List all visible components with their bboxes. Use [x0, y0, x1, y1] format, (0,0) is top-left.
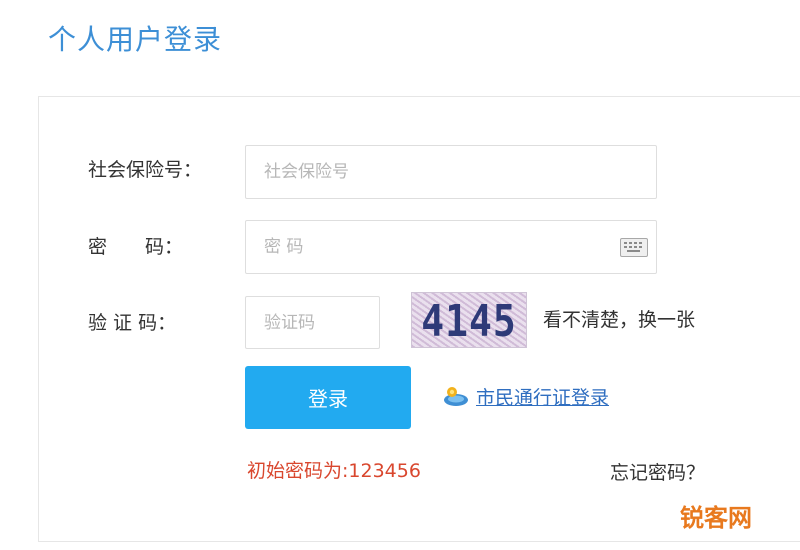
watermark: 锐客网 [680, 504, 752, 532]
ssn-field [245, 145, 657, 199]
captcha-field [245, 296, 380, 349]
ssn-input[interactable] [246, 146, 656, 198]
citizen-pass-icon [444, 387, 468, 406]
captcha-code: 4145 [421, 295, 517, 347]
captcha-image[interactable]: 4145 [411, 292, 527, 348]
ssn-label: 社会保险号： [88, 159, 203, 181]
captcha-label: 验 证 码： [88, 312, 177, 334]
captcha-input[interactable] [246, 297, 379, 348]
keyboard-icon[interactable] [620, 238, 648, 257]
login-button[interactable]: 登录 [245, 366, 411, 429]
password-label: 密 码： [88, 236, 184, 258]
password-input[interactable] [246, 221, 656, 273]
page-title: 个人用户登录 [48, 23, 223, 56]
login-page: 个人用户登录 社会保险号： 密 码： 验 证 码： 4145 看不清楚，换一张 … [0, 0, 800, 550]
refresh-captcha-link[interactable]: 看不清楚，换一张 [543, 306, 695, 334]
initial-password-note: 初始密码为:123456 [247, 460, 421, 482]
citizen-pass-login-text: 市民通行证登录 [476, 386, 610, 409]
password-field [245, 220, 657, 274]
forgot-password-link[interactable]: 忘记密码？ [610, 459, 705, 487]
citizen-pass-login-link[interactable]: 市民通行证登录 [442, 380, 609, 412]
